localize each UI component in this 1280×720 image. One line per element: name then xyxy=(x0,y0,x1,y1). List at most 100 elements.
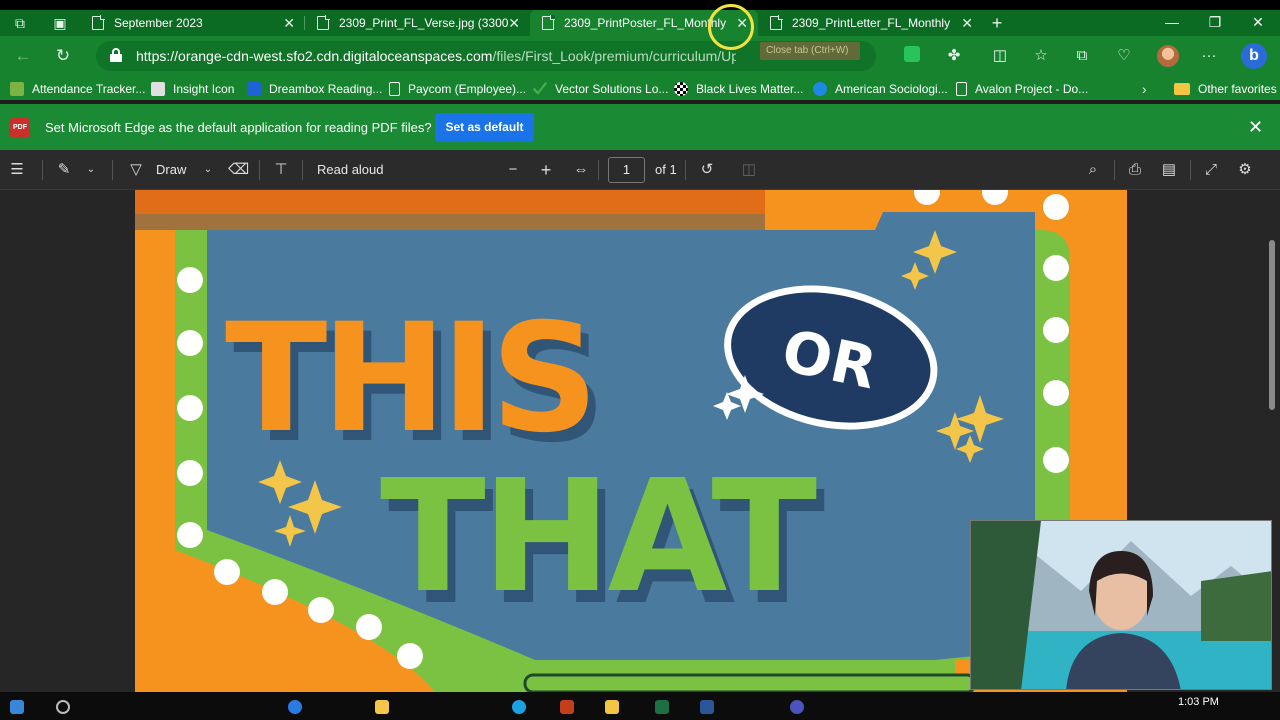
read-aloud-button[interactable]: Read aloud xyxy=(317,162,384,177)
favicon xyxy=(151,82,165,96)
word-icon[interactable] xyxy=(700,700,714,714)
favorites-icon[interactable]: ☆ xyxy=(1031,46,1051,66)
edge-taskbar-icon[interactable] xyxy=(288,700,302,714)
cursor-highlight xyxy=(708,4,754,50)
favorite-paycom[interactable]: Paycom (Employee)... xyxy=(389,80,526,98)
url-text: https://orange-cdn-west.sfo2.cdn.digital… xyxy=(136,48,736,64)
poster-word-this: THIS xyxy=(225,292,593,466)
refresh-icon[interactable]: ↻ xyxy=(52,45,74,67)
new-tab-icon[interactable]: + xyxy=(987,13,1007,33)
zoom-out-icon[interactable]: − xyxy=(503,160,523,180)
minimize-icon[interactable]: — xyxy=(1152,14,1192,30)
highlight-icon[interactable]: ✎ xyxy=(54,160,74,180)
address-bar-row: ← ↻ https://orange-cdn-west.sfo2.cdn.dig… xyxy=(0,36,1280,76)
powerpoint-icon[interactable] xyxy=(560,700,574,714)
draw-icon[interactable]: ▽ xyxy=(126,160,146,180)
start-icon[interactable] xyxy=(10,700,24,714)
webcam-scene xyxy=(971,521,1271,689)
tab-title: 2309_Print_FL_Verse.jpg (3300×2 xyxy=(339,16,509,30)
draw-button[interactable]: Draw xyxy=(156,162,186,177)
close-tab-icon[interactable]: ✕ xyxy=(283,15,295,32)
fullscreen-icon[interactable]: ⤢ xyxy=(1201,160,1221,180)
favorite-insight-icon[interactable]: Insight Icon xyxy=(151,80,234,98)
vertical-scrollbar[interactable] xyxy=(1269,240,1275,410)
chevron-down-icon[interactable]: ⌄ xyxy=(81,160,101,180)
windows-taskbar xyxy=(0,692,1280,720)
tab-actions-icon[interactable]: ▣ xyxy=(50,13,70,33)
close-tab-icon[interactable]: ✕ xyxy=(508,15,520,32)
page-total: of 1 xyxy=(655,162,677,177)
zoom-in-icon[interactable]: + xyxy=(536,160,556,180)
app-icon[interactable] xyxy=(512,700,526,714)
tab-strip: ⧉ ▣ September 2023 ✕ 2309_Print_FL_Verse… xyxy=(0,10,1280,36)
document-icon xyxy=(389,82,400,96)
search-icon[interactable]: ⌕ xyxy=(1083,160,1103,180)
banner-message: Set Microsoft Edge as the default applic… xyxy=(45,120,432,135)
file-explorer-icon[interactable] xyxy=(375,700,389,714)
favorite-dreambox[interactable]: Dreambox Reading... xyxy=(247,80,382,98)
pdf-icon: PDF xyxy=(10,118,30,138)
tab-verse[interactable]: 2309_Print_FL_Verse.jpg (3300×2 ✕ xyxy=(305,10,530,36)
favorite-american-sociological[interactable]: American Sociologi... xyxy=(813,80,948,98)
search-icon[interactable] xyxy=(56,700,70,714)
back-icon[interactable]: ← xyxy=(12,45,34,67)
workspaces-icon[interactable]: ⧉ xyxy=(10,13,30,33)
eraser-icon[interactable]: ⌫ xyxy=(228,160,249,180)
more-icon[interactable]: ··· xyxy=(1199,46,1219,66)
favorite-attendance-tracker[interactable]: Attendance Tracker... xyxy=(10,80,145,98)
tab-letter[interactable]: 2309_PrintLetter_FL_Monthly ✕ xyxy=(758,10,983,36)
page-view-icon[interactable]: ◫ xyxy=(739,160,759,180)
pdf-toolbar: ☰ ✎ ⌄ ▽ Draw ⌄ ⌫ ⊤ Read aloud − + ⇔ 1 of… xyxy=(0,150,1280,190)
save-icon[interactable]: ▤ xyxy=(1159,160,1179,180)
rotate-icon[interactable]: ↺ xyxy=(697,160,717,180)
fit-to-width-icon[interactable]: ⇔ xyxy=(571,160,591,180)
favicon xyxy=(247,82,261,96)
poster-word-that: THAT xyxy=(380,446,816,627)
favorite-black-lives-matter[interactable]: Black Lives Matter... xyxy=(674,80,803,98)
chevron-down-icon[interactable]: ⌄ xyxy=(198,160,218,180)
page-number-input[interactable]: 1 xyxy=(608,157,645,183)
contents-icon[interactable]: ☰ xyxy=(7,160,27,180)
folder-icon xyxy=(1174,83,1190,95)
text-icon[interactable]: ⊤ xyxy=(271,160,291,180)
close-tab-icon[interactable]: ✕ xyxy=(961,15,973,32)
tab-title: September 2023 xyxy=(114,16,203,30)
tab-september[interactable]: September 2023 ✕ xyxy=(80,10,305,36)
top-edge xyxy=(0,0,1280,10)
excel-icon[interactable] xyxy=(655,700,669,714)
collections-icon[interactable]: ⧉ xyxy=(1072,46,1092,66)
extension-icon[interactable] xyxy=(902,46,922,66)
favicon xyxy=(10,82,24,96)
taskbar-clock: 1:03 PM xyxy=(1178,696,1219,708)
close-banner-icon[interactable]: ✕ xyxy=(1248,117,1263,138)
checkered-icon xyxy=(674,82,688,96)
teams-icon[interactable] xyxy=(790,700,804,714)
tab-title: 2309_PrintLetter_FL_Monthly xyxy=(792,16,951,30)
extensions-icon[interactable]: ✤ xyxy=(944,46,964,66)
lock-icon xyxy=(110,48,122,62)
favorite-avalon-project[interactable]: Avalon Project - Do... xyxy=(956,80,1088,98)
settings-gear-icon[interactable]: ⚙ xyxy=(1235,160,1255,180)
favorites-overflow-chevron-icon[interactable]: › xyxy=(1142,80,1147,98)
browser-essentials-icon[interactable]: ♡ xyxy=(1114,46,1134,66)
checkmark-icon xyxy=(533,82,547,95)
url-field[interactable]: https://orange-cdn-west.sfo2.cdn.digital… xyxy=(96,41,876,71)
favorite-vector-solutions[interactable]: Vector Solutions Lo... xyxy=(533,80,668,98)
close-window-icon[interactable]: ✕ xyxy=(1238,14,1278,31)
bing-copilot-icon[interactable]: b xyxy=(1241,43,1267,69)
split-screen-icon[interactable]: ◫ xyxy=(990,46,1010,66)
document-icon xyxy=(317,15,330,30)
profile-avatar[interactable] xyxy=(1157,45,1179,67)
restore-icon[interactable]: ❐ xyxy=(1195,14,1235,31)
document-icon xyxy=(92,15,105,30)
favorites-bar: Attendance Tracker... Insight Icon Dream… xyxy=(0,76,1280,100)
other-favorites-folder[interactable]: Other favorites xyxy=(1174,80,1277,98)
app-icon[interactable] xyxy=(605,700,619,714)
document-icon xyxy=(542,15,555,30)
set-as-default-button[interactable]: Set as default xyxy=(435,113,534,142)
default-pdf-banner: PDF Set Microsoft Edge as the default ap… xyxy=(0,104,1280,150)
webcam-video xyxy=(970,520,1272,690)
screen: ⧉ ▣ September 2023 ✕ 2309_Print_FL_Verse… xyxy=(0,0,1280,720)
close-tab-tooltip: Close tab (Ctrl+W) xyxy=(760,42,860,60)
print-icon[interactable]: ⎙ xyxy=(1125,160,1145,180)
